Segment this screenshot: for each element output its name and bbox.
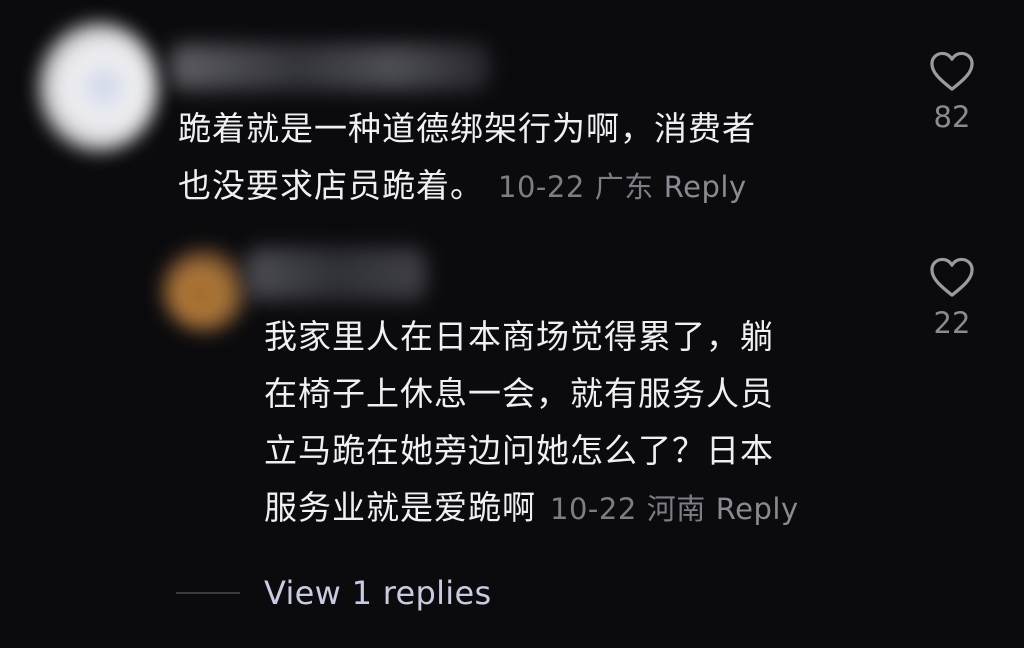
view-replies-label: View 1 replies — [264, 574, 492, 612]
avatar[interactable] — [162, 248, 248, 332]
like-count: 82 — [933, 100, 971, 134]
like-count: 22 — [933, 306, 971, 340]
comment-location: 广东 — [594, 170, 654, 204]
username-redacted[interactable] — [170, 44, 490, 90]
comment-line: 立马跪在她旁边问她怎么了？日本 — [264, 431, 774, 470]
comment-date: 10-22 — [498, 170, 585, 204]
heart-icon[interactable] — [929, 50, 975, 92]
view-replies-button[interactable]: View 1 replies — [176, 570, 491, 616]
comment-line: 在椅子上休息一会，就有服务人员 — [264, 374, 774, 413]
like-control: 22 — [922, 256, 982, 340]
avatar[interactable] — [38, 22, 158, 152]
comment-line-last: 服务业就是爱跪啊 10-22 河南 Reply — [264, 479, 809, 538]
comment-meta: 10-22 广东 Reply — [498, 170, 757, 204]
comment-text: 我家里人在日本商场觉得累了，躺 在椅子上休息一会，就有服务人员 立马跪在她旁边问… — [264, 308, 809, 538]
comment-location: 河南 — [646, 492, 706, 526]
comment-text: 跪着就是一种道德绑架行为啊，消费者 也没要求店员跪着。 10-22 广东 Reply — [178, 100, 757, 216]
comment-line: 也没要求店员跪着。 — [178, 166, 484, 205]
comment-line-last: 也没要求店员跪着。 10-22 广东 Reply — [178, 157, 757, 216]
divider — [176, 592, 240, 594]
comment-line: 我家里人在日本商场觉得累了，躺 — [264, 317, 774, 356]
username-redacted[interactable] — [246, 248, 426, 300]
comment-line: 跪着就是一种道德绑架行为啊，消费者 — [178, 109, 756, 148]
heart-icon[interactable] — [929, 256, 975, 298]
comment-date: 10-22 — [550, 492, 637, 526]
comment-line: 服务业就是爱跪啊 — [264, 488, 536, 527]
reply-button[interactable]: Reply — [664, 170, 747, 204]
like-control: 82 — [922, 50, 982, 134]
comment-meta: 10-22 河南 Reply — [550, 492, 809, 526]
reply-button[interactable]: Reply — [716, 492, 799, 526]
